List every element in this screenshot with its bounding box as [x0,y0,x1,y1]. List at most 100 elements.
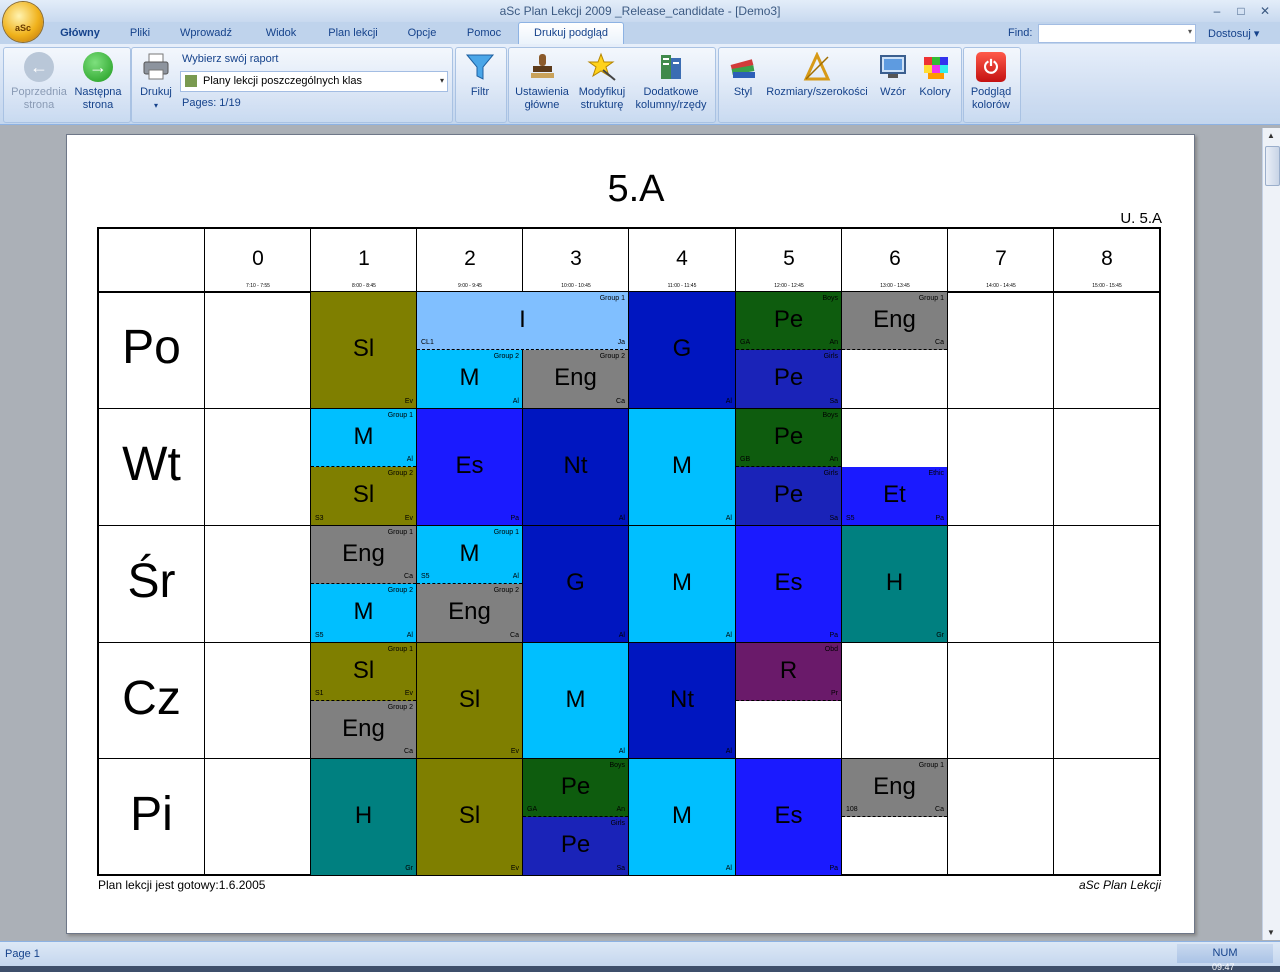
report-dropdown-icon: ▾ [439,76,444,85]
lesson-subject: H [885,569,904,596]
next-page-label-1: Następna [74,86,122,98]
scrollbar-thumb[interactable] [1265,146,1280,186]
style-button[interactable]: Styl [724,52,762,99]
lesson-subject: M [672,452,692,479]
lesson-group: Ethic [928,470,944,477]
lesson-subject: Pe [773,306,804,333]
find-dropdown-icon[interactable]: ▾ [1188,27,1192,36]
sizes-button[interactable]: Rozmiary/szerokości [764,51,870,99]
extra-columns-label-2: kolumny/rzędy [635,99,707,111]
lesson-subject: M [459,364,480,391]
lesson-card: M Group 2 Al S5 [311,584,416,642]
tab-glowny[interactable]: Główny [52,27,108,43]
chevron-down-icon: ▾ [1253,28,1260,40]
pattern-button[interactable]: Wzór [874,52,912,99]
next-page-label-2: strona [82,99,114,111]
lesson-teacher: Al [406,632,413,639]
lesson-room: 108 [846,806,858,813]
lesson-card: Eng Group 1 Ca [311,526,416,584]
lesson-teacher: Al [618,748,625,755]
vertical-scrollbar[interactable]: ▲ ▼ [1262,128,1280,940]
lesson-group: Group 2 [387,470,413,477]
lesson-card: Eng Group 1 Ca [842,292,947,350]
lesson-subject: Eng [873,306,916,333]
previous-page-button[interactable]: ← Poprzednia strona [6,52,72,112]
scroll-up-icon[interactable]: ▲ [1267,131,1275,140]
sizes-label: Rozmiary/szerokości [766,86,868,98]
colors-button[interactable]: Kolory [914,52,956,99]
lesson-teacher: Al [725,865,732,872]
lesson-teacher: Ca [404,748,413,755]
lesson-teacher: Pa [935,515,944,522]
pattern-label: Wzór [880,86,906,98]
title-bar: aSc Plan Lekcji 2009 _Release_candidate … [0,0,1280,22]
lesson-group: Group 1 [918,295,944,302]
day-label: Pi [130,788,173,841]
lesson-teacher: Pa [510,515,519,522]
report-select[interactable]: Plany lekcji poszczególnych klas ▾ [180,71,448,92]
print-button[interactable]: Drukuj ▾ [136,52,176,112]
find-input[interactable]: ▾ [1038,24,1196,43]
main-settings-label-2: główne [524,99,560,111]
style-label: Styl [733,86,753,98]
period-number: 5 [783,247,795,270]
lesson-card: R Obd Pr [736,643,841,701]
lesson-group: Group 2 [493,353,519,360]
close-button[interactable]: ✕ [1254,3,1276,19]
period-time: 10:00 - 10:45 [561,283,591,289]
filter-button[interactable]: Filtr [458,52,502,99]
funnel-icon [465,52,495,82]
customize-menu[interactable]: Dostosuj ▾ [1208,27,1259,40]
app-orb-label: aSc [14,23,31,33]
tab-opcje[interactable]: Opcje [398,27,446,43]
period-time: 11:00 - 11:45 [667,283,697,289]
lesson-room: GA [527,806,538,813]
tab-widok[interactable]: Widok [254,27,308,43]
lesson-teacher: Ja [617,339,625,346]
lesson-teacher: Pr [831,690,838,697]
period-time: 12:00 - 12:45 [774,283,804,289]
period-number: 0 [252,247,264,270]
period-number: 2 [464,247,476,270]
tab-plan-lekcji[interactable]: Plan lekcji [318,27,388,43]
lesson-room: CL1 [421,339,434,346]
lesson-group: Boys [609,762,625,769]
minimize-button[interactable]: – [1206,3,1228,19]
lesson-subject: Eng [873,773,916,800]
lesson-teacher: Al [512,573,519,580]
maximize-button[interactable]: □ [1230,3,1252,19]
lesson-card: M Group 2 Al [417,350,522,408]
lesson-card: Pe Boys An GA [523,759,628,817]
app-orb-button[interactable]: aSc [3,2,43,42]
period-number: 6 [889,247,901,270]
lesson-teacher: Al [725,632,732,639]
main-settings-button[interactable]: Ustawienia główne [510,52,574,112]
day-label: Wt [122,438,181,491]
window-title: aSc Plan Lekcji 2009 _Release_candidate … [499,4,781,18]
period-number: 7 [995,247,1007,270]
lesson-card: M Al [629,759,735,875]
lesson-teacher: Al [512,398,519,405]
status-page: Page 1 [5,948,40,960]
lesson-group: Group 1 [918,762,944,769]
tab-wprowadz[interactable]: Wprowadź [170,27,242,43]
lesson-teacher: Al [725,748,732,755]
lesson-group: Group 2 [493,587,519,594]
tab-drukuj-podglad[interactable]: Drukuj podgląd [518,22,624,45]
next-page-button[interactable]: → Następna strona [68,52,128,112]
lesson-card: Eng Group 2 Ca [311,701,416,758]
modify-structure-button[interactable]: Modyfikuj strukturę [574,52,630,112]
lesson-subject: M [353,423,374,450]
lesson-subject: Pe [560,831,591,858]
lesson-subject: Sl [352,481,375,508]
color-preview-button[interactable]: ⏻ Podgląd kolorów [966,52,1016,112]
class-title: 5.A [607,168,665,210]
grid-column-line [1053,227,1054,876]
extra-columns-button[interactable]: Dodatkowe kolumny/rzędy [630,52,712,112]
lesson-teacher: Ev [510,748,519,755]
grid-column-line [947,227,948,876]
scroll-down-icon[interactable]: ▼ [1267,928,1275,937]
tab-pomoc[interactable]: Pomoc [458,27,510,43]
lesson-subject: G [566,569,585,596]
tab-pliki[interactable]: Pliki [120,27,160,43]
